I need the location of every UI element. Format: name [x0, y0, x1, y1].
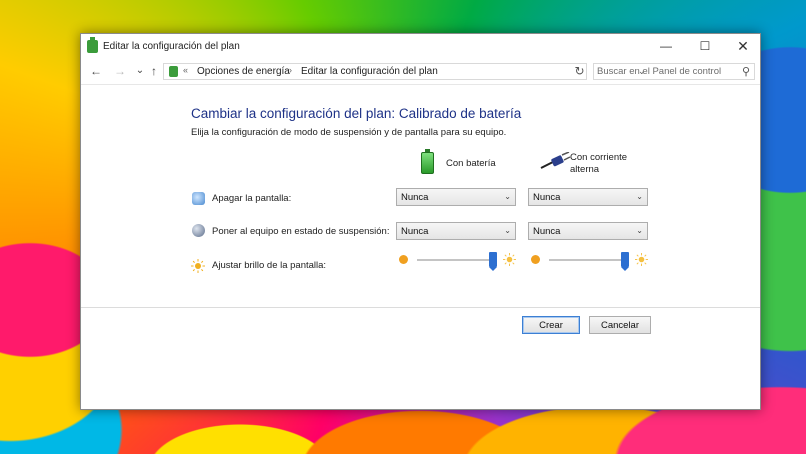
select-value: Nunca — [401, 226, 429, 237]
brightness-plugged-slider-track[interactable] — [549, 259, 629, 261]
brightness-sun-icon — [191, 259, 205, 273]
sleep-label: Poner al equipo en estado de suspensión: — [212, 226, 390, 237]
title-bar[interactable]: Editar la configuración del plan — ☐ ✕ — [81, 34, 760, 60]
battery-icon — [421, 149, 434, 174]
close-button[interactable]: ✕ — [724, 34, 762, 58]
forward-arrow-icon[interactable]: → — [113, 64, 127, 78]
maximize-button[interactable]: ☐ — [686, 34, 724, 58]
select-value: Nunca — [533, 192, 561, 203]
address-overflow-icon[interactable]: « — [183, 65, 188, 75]
power-options-icon — [169, 66, 178, 77]
brightness-high-icon — [635, 253, 648, 266]
create-button[interactable]: Crear — [522, 316, 580, 334]
page-title: Cambiar la configuración del plan: Calib… — [191, 106, 522, 121]
cancel-button[interactable]: Cancelar — [589, 316, 651, 334]
breadcrumb-edit-plan[interactable]: Editar la configuración del plan — [301, 66, 438, 77]
window-title: Editar la configuración del plan — [103, 41, 240, 52]
brightness-low-icon — [399, 255, 408, 264]
column-header-battery: Con batería — [446, 158, 496, 169]
chevron-down-icon: ⌄ — [504, 226, 511, 235]
navigation-bar: ← → ⌄ ↑ « Opciones de energía › Editar l… — [81, 60, 760, 85]
brightness-plugged-slider-thumb[interactable] — [621, 252, 629, 271]
breadcrumb-power-options[interactable]: Opciones de energía — [197, 66, 290, 77]
column-header-plugged: Con corriente alterna — [570, 152, 628, 175]
brightness-label: Ajustar brillo de la pantalla: — [212, 260, 327, 271]
monitor-icon — [192, 192, 205, 205]
minimize-button[interactable]: — — [647, 34, 685, 58]
sleep-battery-select[interactable]: Nunca ⌄ — [396, 222, 516, 240]
select-value: Nunca — [533, 226, 561, 237]
power-plug-icon — [540, 152, 571, 169]
recent-locations-chevron-icon[interactable]: ⌄ — [133, 64, 147, 78]
chevron-down-icon: ⌄ — [636, 226, 643, 235]
up-arrow-icon[interactable]: ↑ — [147, 64, 161, 78]
breadcrumb-separator-icon[interactable]: › — [289, 65, 292, 75]
address-bar[interactable]: « Opciones de energía › Editar la config… — [163, 63, 646, 80]
brightness-high-icon — [503, 253, 516, 266]
display-off-battery-select[interactable]: Nunca ⌄ — [396, 188, 516, 206]
sleep-moon-icon — [192, 224, 205, 237]
footer-divider — [81, 307, 760, 308]
chevron-down-icon: ⌄ — [636, 192, 643, 201]
select-value: Nunca — [401, 192, 429, 203]
chevron-down-icon: ⌄ — [504, 192, 511, 201]
back-arrow-icon[interactable]: ← — [89, 64, 103, 78]
refresh-icon[interactable]: ↻ — [571, 63, 588, 80]
sleep-plugged-select[interactable]: Nunca ⌄ — [528, 222, 648, 240]
brightness-low-icon — [531, 255, 540, 264]
brightness-battery-slider-thumb[interactable] — [489, 252, 497, 271]
power-options-icon — [87, 37, 98, 53]
search-icon[interactable]: ⚲ — [742, 65, 750, 78]
edit-plan-window: Editar la configuración del plan — ☐ ✕ ←… — [80, 33, 761, 410]
search-box[interactable]: ⚲ — [593, 63, 755, 80]
page-description: Elija la configuración de modo de suspen… — [191, 127, 507, 138]
brightness-battery-slider-track[interactable] — [417, 259, 497, 261]
search-input[interactable] — [597, 65, 732, 78]
display-off-label: Apagar la pantalla: — [212, 193, 292, 204]
display-off-plugged-select[interactable]: Nunca ⌄ — [528, 188, 648, 206]
